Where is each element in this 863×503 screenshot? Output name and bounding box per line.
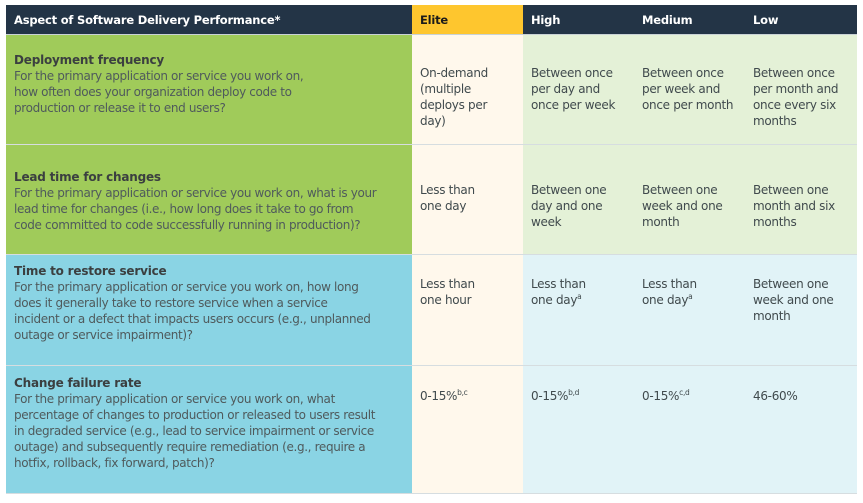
value-text: Between once per month and once every si… [753,66,839,128]
medium-cell: Less than one daya [634,255,745,365]
low-cell: Between once per month and once every si… [745,35,857,144]
aspect-title: Change failure rate [14,376,142,390]
header-high: High [523,5,634,34]
value-text: 0-15% [420,389,458,403]
high-cell: Less than one daya [523,255,634,365]
value-text: 0-15% [642,389,680,403]
performance-table: Aspect of Software Delivery Performance*… [6,5,857,494]
elite-cell: Less than one hour [412,255,523,365]
value-text: 0-15% [531,389,569,403]
table-row: Change failure rate For the primary appl… [6,366,857,494]
header-medium: Medium [634,5,745,34]
value-text: Between one day and one week [531,183,607,229]
high-cell: 0-15%b,d [523,366,634,493]
footnote-marker: c,d [679,388,690,397]
value-text: Between once per week and once per month [642,66,734,112]
low-cell: Between one week and one month [745,255,857,365]
elite-cell: Less than one day [412,145,523,254]
high-cell: Between one day and one week [523,145,634,254]
low-cell: 46-60% [745,366,857,493]
aspect-cell: Change failure rate For the primary appl… [6,366,412,493]
value-text: Less than one day [420,183,475,213]
medium-cell: Between one week and one month [634,145,745,254]
high-cell: Between once per day and once per week [523,35,634,144]
footnote-marker: a [688,292,693,301]
aspect-description: For the primary application or service y… [14,280,371,342]
footnote-marker: b,c [457,388,468,397]
aspect-description: For the primary application or service y… [14,69,304,115]
header-low: Low [745,5,857,34]
header-aspect: Aspect of Software Delivery Performance* [6,5,412,34]
aspect-cell: Deployment frequency For the primary app… [6,35,412,144]
low-cell: Between one month and six months [745,145,857,254]
aspect-title: Deployment frequency [14,53,164,67]
medium-cell: 0-15%c,d [634,366,745,493]
value-text: Between one week and one month [753,277,834,323]
footnote-marker: b,d [568,388,580,397]
footnote-marker: a [577,292,582,301]
elite-cell: 0-15%b,c [412,366,523,493]
value-text: Between one month and six months [753,183,835,229]
aspect-title: Lead time for changes [14,170,161,184]
aspect-description: For the primary application or service y… [14,186,377,232]
aspect-description: For the primary application or service y… [14,392,376,470]
value-text: Between once per day and once per week [531,66,616,112]
medium-cell: Between once per week and once per month [634,35,745,144]
table-header-row: Aspect of Software Delivery Performance*… [6,5,857,35]
value-text: Less than one hour [420,277,475,307]
aspect-cell: Lead time for changes For the primary ap… [6,145,412,254]
table-row: Time to restore service For the primary … [6,255,857,366]
table-row: Lead time for changes For the primary ap… [6,145,857,255]
aspect-title: Time to restore service [14,264,167,278]
value-text: Between one week and one month [642,183,723,229]
value-text: On-demand (multiple deploys per day) [420,66,488,128]
value-text: 46-60% [753,389,798,403]
header-elite: Elite [412,5,523,34]
table-row: Deployment frequency For the primary app… [6,35,857,145]
aspect-cell: Time to restore service For the primary … [6,255,412,365]
elite-cell: On-demand (multiple deploys per day) [412,35,523,144]
